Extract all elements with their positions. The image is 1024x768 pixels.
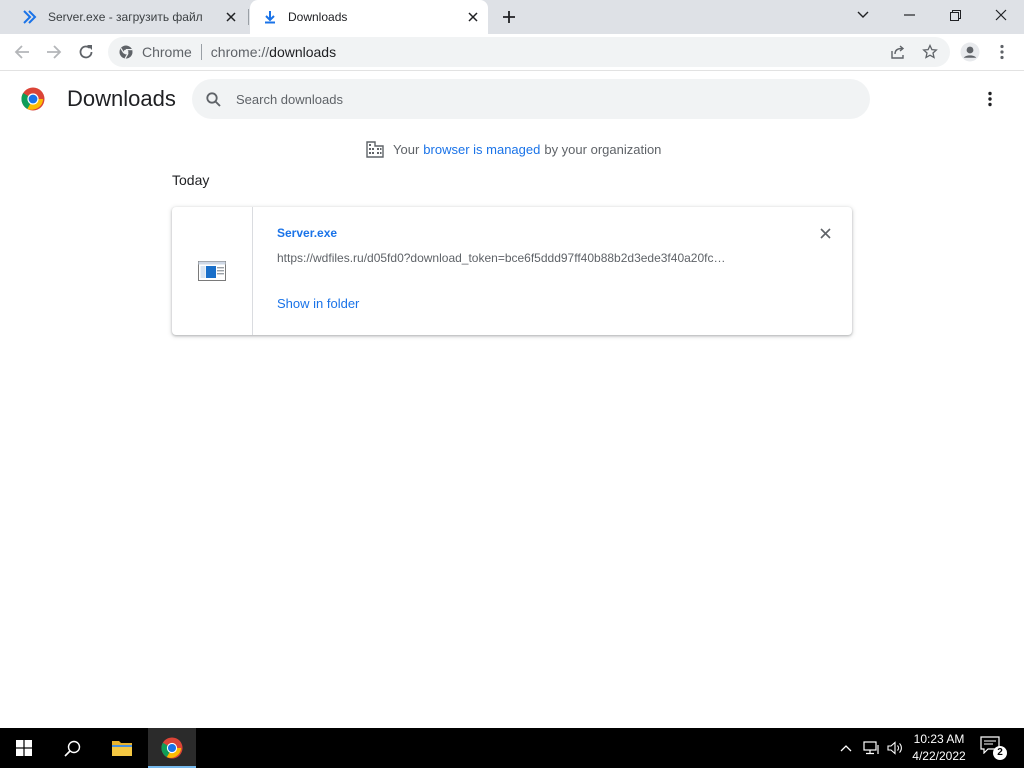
url-path: downloads: [269, 44, 337, 60]
close-icon[interactable]: [222, 8, 240, 26]
page-title: Downloads: [67, 86, 176, 111]
download-icon: [262, 9, 278, 25]
managed-suffix: by your organization: [544, 141, 662, 157]
bookmark-button[interactable]: [918, 40, 942, 64]
action-center-button[interactable]: 2: [980, 736, 1007, 760]
search-icon: [63, 740, 80, 757]
share-icon: [891, 45, 905, 59]
download-item: Server.exe https://wdfiles.ru/d05fd0?dow…: [172, 207, 852, 335]
more-vert-icon: [1000, 44, 1004, 60]
tab-divider: [248, 9, 249, 25]
tab-title: Server.exe - загрузить файл: [48, 10, 203, 24]
taskbar-search-button[interactable]: [48, 728, 96, 768]
windows-taskbar: 10:23 AM 4/22/2022 2: [0, 728, 1024, 768]
chrome-page-icon[interactable]: [118, 44, 134, 60]
close-icon: [995, 9, 1007, 21]
close-icon[interactable]: [464, 8, 482, 26]
speaker-icon: [886, 741, 902, 755]
network-button[interactable]: [860, 728, 882, 768]
minimize-icon: [903, 14, 915, 16]
tab-title: Downloads: [288, 10, 348, 24]
restore-icon: [949, 9, 961, 21]
tab-downloads[interactable]: Downloads: [250, 0, 488, 34]
clock-time: 10:23 AM: [913, 732, 965, 746]
close-icon: [819, 227, 831, 239]
remove-download-button[interactable]: [816, 224, 834, 242]
file-explorer-button[interactable]: [98, 728, 146, 768]
arrow-left-icon: [14, 45, 29, 59]
more-vert-icon: [988, 91, 992, 107]
managed-link[interactable]: browser is managed: [423, 142, 540, 157]
arrow-right-icon: [47, 45, 62, 59]
search-input[interactable]: [236, 91, 836, 107]
forward-chevrons-icon: [22, 9, 38, 25]
network-icon: [863, 741, 879, 755]
taskbar-clock[interactable]: 10:23 AM 4/22/2022: [904, 731, 974, 765]
browser-toolbar: Chrome chrome://downloads: [0, 34, 1024, 71]
url-scheme: chrome://: [210, 44, 270, 60]
restore-button[interactable]: [932, 0, 978, 30]
star-icon: [922, 44, 938, 59]
tab-server-exe[interactable]: Server.exe - загрузить файл: [10, 0, 246, 34]
chrome-taskbar-button[interactable]: [148, 728, 196, 768]
page-chip-label: Chrome: [142, 44, 192, 60]
new-tab-button[interactable]: [498, 6, 520, 28]
tab-search-button[interactable]: [840, 0, 886, 30]
url-text: chrome://downloads: [211, 44, 336, 60]
date-heading: Today: [172, 172, 210, 188]
start-button[interactable]: [0, 728, 48, 768]
show-hidden-icons-button[interactable]: [836, 728, 856, 768]
chevron-up-icon: [840, 745, 852, 752]
file-name-link[interactable]: Server.exe: [277, 226, 337, 240]
omnibox-divider: [200, 44, 202, 60]
managed-prefix: Your: [393, 141, 420, 157]
minimize-button[interactable]: [886, 0, 932, 30]
reload-icon: [79, 45, 93, 59]
folder-icon: [112, 741, 132, 756]
chrome-logo-icon: [21, 87, 45, 111]
managed-notice: Your browser is managed by your organiza…: [366, 140, 661, 158]
chevron-down-icon: [857, 11, 869, 18]
profile-button[interactable]: [956, 38, 984, 66]
forward-button[interactable]: [40, 38, 68, 66]
file-source-url[interactable]: https://wdfiles.ru/d05fd0?download_token…: [277, 251, 772, 265]
windows-logo-icon: [16, 740, 32, 756]
file-icon-column: [172, 207, 253, 335]
browser-menu-button[interactable]: [988, 38, 1016, 66]
back-button[interactable]: [8, 38, 36, 66]
clock-date: 4/22/2022: [912, 749, 966, 763]
show-in-folder-link[interactable]: Show in folder: [277, 296, 359, 311]
search-box[interactable]: [192, 79, 870, 119]
avatar-icon: [960, 42, 980, 62]
executable-file-icon: [198, 261, 226, 281]
tab-strip: Server.exe - загрузить файл Downloads: [0, 0, 1024, 34]
volume-button[interactable]: [884, 728, 906, 768]
search-icon: [204, 90, 222, 108]
address-bar[interactable]: Chrome chrome://downloads: [108, 37, 950, 67]
building-icon: [366, 141, 384, 158]
window-close-button[interactable]: [978, 0, 1024, 30]
plus-icon: [503, 11, 515, 23]
share-button[interactable]: [886, 40, 910, 64]
notification-count-badge: 2: [993, 746, 1007, 760]
reload-button[interactable]: [72, 38, 100, 66]
downloads-menu-button[interactable]: [978, 87, 1002, 111]
chrome-icon: [161, 737, 183, 759]
